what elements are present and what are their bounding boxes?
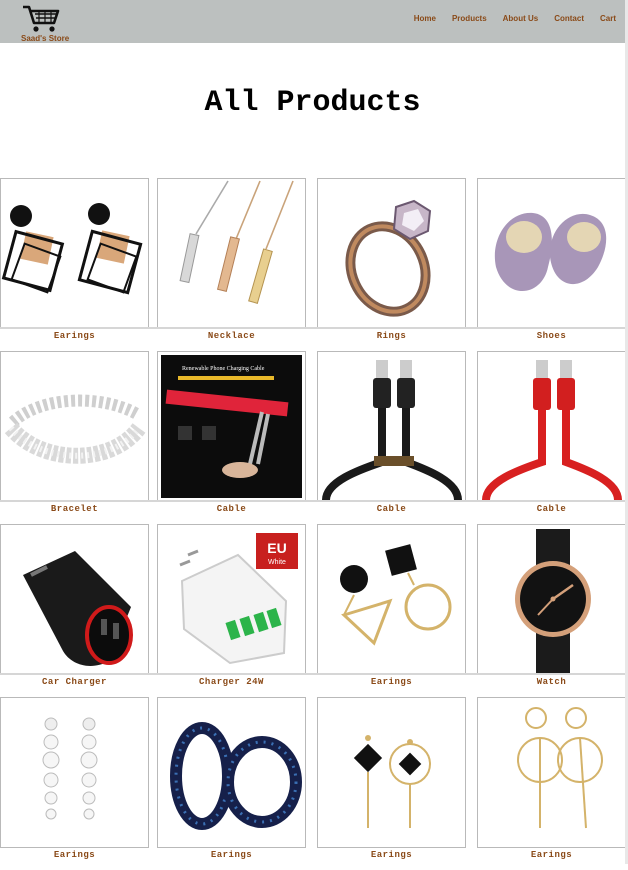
product-image[interactable]	[477, 351, 626, 502]
product-label[interactable]: Charger 24W	[157, 677, 306, 687]
product-image[interactable]	[0, 697, 149, 848]
product-card[interactable]: Cable	[477, 351, 626, 524]
product-card[interactable]: Cable	[317, 351, 466, 524]
product-label[interactable]: Car Charger	[0, 677, 149, 687]
product-label[interactable]: Earings	[157, 850, 306, 860]
product-image[interactable]	[477, 524, 626, 675]
product-card[interactable]: Renewable Phone Charging Cable Cable	[157, 351, 306, 524]
wall-charger-icon: EU White	[179, 533, 298, 665]
product-card[interactable]: Car Charger	[0, 524, 149, 697]
store-name: Saad's Store	[21, 34, 70, 43]
product-image[interactable]	[317, 351, 466, 502]
product-image[interactable]	[0, 351, 149, 502]
product-card[interactable]: Watch	[477, 524, 626, 697]
product-card[interactable]: EU White Charger 24W	[157, 524, 306, 697]
nav-menu: Home Products About Us Contact Cart	[414, 14, 616, 23]
product-label[interactable]: Earings	[317, 850, 466, 860]
product-image[interactable]	[0, 524, 149, 675]
nav-contact-link[interactable]: Contact	[554, 14, 584, 23]
product-card[interactable]: Earings	[0, 178, 149, 351]
red-usb-cable-icon	[482, 360, 622, 501]
product-image[interactable]	[317, 697, 466, 848]
nav-cart-link[interactable]: Cart	[600, 14, 616, 23]
black-usb-cable-icon	[322, 360, 462, 501]
store-brand[interactable]: Saad's Store	[18, 3, 78, 43]
circle-drop-earrings-icon	[517, 707, 603, 829]
product-label[interactable]: Rings	[317, 331, 466, 341]
row-divider	[0, 500, 625, 502]
charger-badge-white: White	[268, 559, 286, 566]
product-label[interactable]: Cable	[157, 504, 306, 514]
product-card[interactable]: Necklace	[157, 178, 306, 351]
product-card[interactable]: Earings	[317, 697, 466, 870]
product-card[interactable]: Bracelet	[0, 351, 149, 524]
product-image[interactable]	[157, 697, 306, 848]
product-image[interactable]: Renewable Phone Charging Cable	[157, 351, 306, 502]
cable-demo-caption: Renewable Phone Charging Cable	[182, 366, 265, 372]
product-card[interactable]: Earings	[477, 697, 626, 870]
diamond-drop-earrings-icon	[353, 735, 431, 828]
product-label[interactable]: Cable	[477, 504, 626, 514]
product-label[interactable]: Earings	[0, 331, 149, 341]
product-image[interactable]	[477, 697, 626, 848]
pearl-earrings-icon	[42, 717, 98, 820]
product-label[interactable]: Cable	[317, 504, 466, 514]
row-divider	[0, 673, 625, 675]
hoop-earrings-icon	[170, 722, 302, 830]
ring-icon	[345, 199, 432, 317]
nav-products-link[interactable]: Products	[452, 14, 487, 23]
product-label[interactable]: Earings	[317, 677, 466, 687]
product-card[interactable]: Earings	[317, 524, 466, 697]
navbar: Saad's Store Home Products About Us Cont…	[0, 0, 625, 43]
car-charger-icon	[23, 551, 133, 666]
product-label[interactable]: Earings	[477, 850, 626, 860]
nav-about-link[interactable]: About Us	[503, 14, 539, 23]
product-label[interactable]: Necklace	[157, 331, 306, 341]
shopping-cart-icon	[23, 5, 60, 32]
product-card[interactable]: Earings	[0, 697, 149, 870]
product-label[interactable]: Bracelet	[0, 504, 149, 514]
bracelet-icon	[4, 394, 146, 464]
watch-icon	[515, 529, 591, 673]
product-card[interactable]: Shoes	[477, 178, 626, 351]
slippers-icon	[494, 212, 607, 292]
earrings-square-icon	[1, 203, 143, 295]
product-image[interactable]	[0, 178, 149, 329]
nav-home-link[interactable]: Home	[414, 14, 436, 23]
product-card[interactable]: Rings	[317, 178, 466, 351]
earrings-geometric-icon	[340, 544, 452, 646]
charger-badge-eu: EU	[267, 540, 286, 556]
row-divider	[0, 327, 625, 329]
product-label[interactable]: Watch	[477, 677, 626, 687]
product-card[interactable]: Earings	[157, 697, 306, 870]
product-image[interactable]: EU White	[157, 524, 306, 675]
product-image[interactable]	[477, 178, 626, 329]
necklace-bar-icon	[179, 180, 294, 304]
page-title: All Products	[204, 86, 421, 120]
product-label[interactable]: Shoes	[477, 331, 626, 341]
cable-cutting-demo-icon: Renewable Phone Charging Cable	[161, 355, 302, 498]
product-image[interactable]	[157, 178, 306, 329]
product-image[interactable]	[317, 524, 466, 675]
product-image[interactable]	[317, 178, 466, 329]
product-label[interactable]: Earings	[0, 850, 149, 860]
